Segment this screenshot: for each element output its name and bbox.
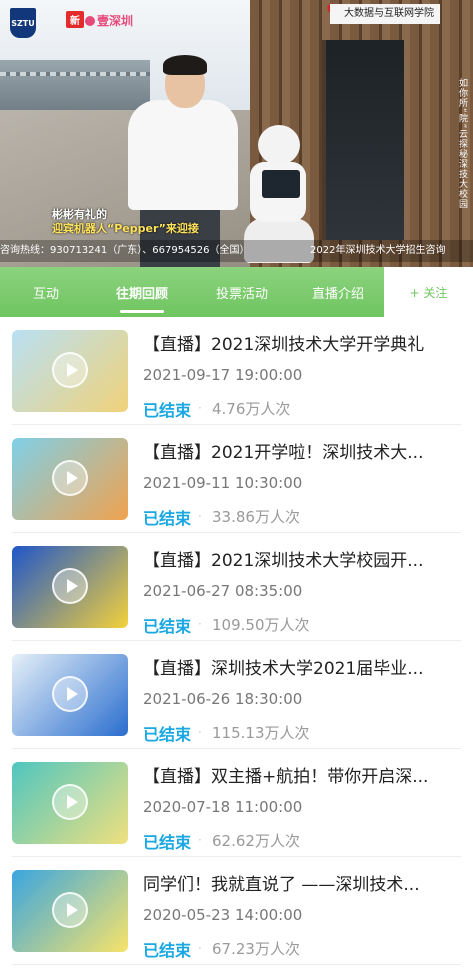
robot-head — [258, 125, 300, 165]
play-icon — [52, 352, 88, 388]
play-icon — [52, 784, 88, 820]
list-item[interactable]: 【直播】双主播+航拍！带你开启深... 2020-07-18 11:00:00 … — [0, 749, 473, 857]
view-count: 115.13万人次 — [212, 724, 310, 742]
media-brand-logo: 壹深圳 — [85, 12, 133, 29]
tab-bar: 互动 往期回顾 投票活动 直播介绍 + 关注 — [0, 267, 473, 317]
video-thumbnail[interactable] — [12, 546, 128, 628]
banner-door — [322, 40, 404, 240]
item-time: 2021-09-17 19:00:00 — [143, 366, 303, 384]
play-icon — [52, 568, 88, 604]
dot-separator: · — [198, 617, 202, 631]
list-item[interactable]: 【直播】2021深圳技术大学开学典礼 2021-09-17 19:00:00 已… — [0, 317, 473, 425]
item-title[interactable]: 【直播】2021开学啦！深圳技术大... — [143, 438, 461, 463]
status-badge: 已结束 — [143, 401, 192, 420]
brand-icon — [85, 16, 95, 26]
video-caption: 彬彬有礼的 迎宾机器人“Pepper”来迎接 — [52, 208, 199, 236]
list-item[interactable]: 同学们！我就直说了 ——深圳技术... 2020-05-23 14:00:00 … — [0, 857, 473, 965]
view-count: 62.62万人次 — [212, 832, 300, 850]
item-title[interactable]: 【直播】2021深圳技术大学校园开... — [143, 546, 461, 571]
dot-separator: · — [198, 401, 202, 415]
view-count: 33.86万人次 — [212, 508, 300, 526]
list-item[interactable]: 【直播】2021深圳技术大学校园开... 2021-06-27 08:35:00… — [0, 533, 473, 641]
item-time: 2020-07-18 11:00:00 — [143, 798, 303, 816]
dot-separator: · — [198, 833, 202, 847]
page-root: SZTU 新 壹深圳 大数据与互联网学院 如你所“院”云探秘深技大校园 彬彬有礼… — [0, 0, 473, 972]
ticker-right-text: 2022年深圳技术大学招生咨询 — [310, 245, 446, 256]
caption-line-1: 彬彬有礼的 — [52, 208, 107, 221]
item-title[interactable]: 【直播】2021深圳技术大学开学典礼 — [143, 330, 461, 355]
status-badge: 已结束 — [143, 617, 192, 636]
list-item[interactable]: 【直播】2021开学啦！深圳技术大... 2021-09-11 10:30:00… — [0, 425, 473, 533]
tab-replay[interactable]: 往期回顾 — [92, 267, 192, 317]
item-title[interactable]: 【直播】深圳技术大学2021届毕业... — [143, 654, 461, 679]
tab-voting[interactable]: 投票活动 — [192, 267, 292, 317]
item-time: 2021-06-27 08:35:00 — [143, 582, 303, 600]
live-video-banner[interactable]: SZTU 新 壹深圳 大数据与互联网学院 如你所“院”云探秘深技大校园 彬彬有礼… — [0, 0, 473, 267]
robot-screen — [262, 170, 300, 198]
replay-list: 【直播】2021深圳技术大学开学典礼 2021-09-17 19:00:00 已… — [0, 317, 473, 965]
video-thumbnail[interactable] — [12, 654, 128, 736]
video-thumbnail[interactable] — [12, 762, 128, 844]
list-item[interactable]: 【直播】深圳技术大学2021届毕业... 2021-06-26 18:30:00… — [0, 641, 473, 749]
media-brand-badge: 新 — [66, 11, 84, 28]
play-icon — [52, 892, 88, 928]
dot-separator: · — [198, 725, 202, 739]
dot-separator: · — [198, 941, 202, 955]
school-tag: 大数据与互联网学院 — [330, 4, 440, 24]
follow-button[interactable]: + 关注 — [384, 267, 473, 317]
status-badge: 已结束 — [143, 509, 192, 528]
dot-separator: · — [198, 509, 202, 523]
status-badge: 已结束 — [143, 833, 192, 852]
view-count: 109.50万人次 — [212, 616, 310, 634]
item-time: 2020-05-23 14:00:00 — [143, 906, 303, 924]
university-logo: SZTU — [10, 8, 36, 38]
news-ticker: 咨询热线：930713241（广东）、667954526（全国） 2022年深圳… — [0, 240, 473, 262]
video-thumbnail[interactable] — [12, 330, 128, 412]
media-brand-label: 壹深圳 — [97, 14, 134, 28]
status-badge: 已结束 — [143, 725, 192, 744]
item-title[interactable]: 【直播】双主播+航拍！带你开启深... — [143, 762, 461, 787]
play-icon — [52, 460, 88, 496]
item-time: 2021-09-11 10:30:00 — [143, 474, 303, 492]
ticker-left-text: 咨询热线：930713241（广东）、667954526（全国） — [0, 245, 250, 256]
view-count: 67.23万人次 — [212, 940, 300, 958]
item-title[interactable]: 同学们！我就直说了 ——深圳技术... — [143, 870, 461, 895]
presenter-hair — [163, 55, 207, 75]
side-slogan: 如你所“院”云探秘深技大校园 — [457, 78, 467, 210]
video-thumbnail[interactable] — [12, 870, 128, 952]
status-badge: 已结束 — [143, 941, 192, 960]
tab-interaction[interactable]: 互动 — [0, 267, 92, 317]
play-icon — [52, 676, 88, 712]
tab-live-intro[interactable]: 直播介绍 — [292, 267, 384, 317]
banner-building — [0, 60, 150, 115]
caption-line-2: 迎宾机器人“Pepper”来迎接 — [52, 222, 199, 235]
presenter-body — [128, 100, 238, 210]
view-count: 4.76万人次 — [212, 400, 291, 418]
video-thumbnail[interactable] — [12, 438, 128, 520]
item-time: 2021-06-26 18:30:00 — [143, 690, 303, 708]
